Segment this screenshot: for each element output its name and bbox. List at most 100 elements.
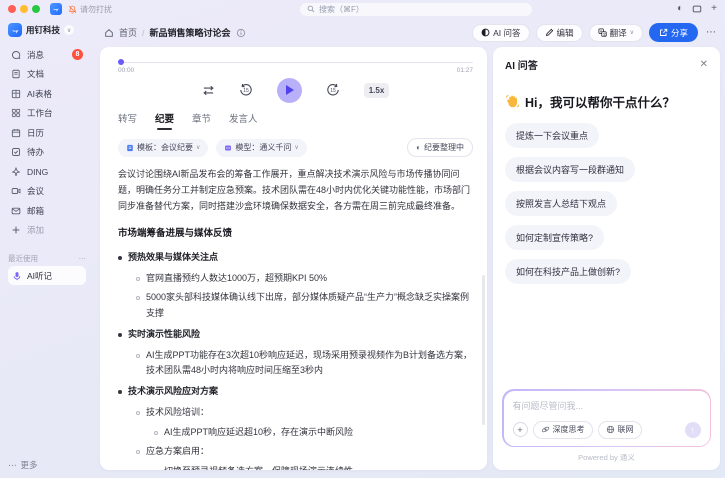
sidebar-item-label: AI听记 xyxy=(27,270,52,282)
deep-think-label: 深度思考 xyxy=(553,424,585,435)
sidebar-item-todo[interactable]: 待办 xyxy=(8,143,86,163)
translate-label: 翻译 xyxy=(610,27,627,39)
play-icon xyxy=(286,85,294,95)
sidebar-item-label: 会议 xyxy=(27,185,83,197)
do-not-disturb-status[interactable]: 请勿打扰 xyxy=(68,4,112,15)
ask-input[interactable]: 有问题尽管问我... xyxy=(513,399,701,412)
sidebar-item-ding[interactable]: DING xyxy=(8,162,86,182)
tab-speakers[interactable]: 发言人 xyxy=(229,111,258,130)
sidebar-item-label: 待办 xyxy=(27,146,83,158)
bullet-title: 技术演示风险应对方案 xyxy=(128,384,218,400)
play-button[interactable] xyxy=(277,78,302,103)
info-icon[interactable] xyxy=(236,28,246,38)
breadcrumb-home[interactable]: 首页 xyxy=(119,26,137,39)
svg-text:15: 15 xyxy=(243,88,249,94)
pencil-icon xyxy=(545,28,554,37)
toolbar-more-icon[interactable]: ⋯ xyxy=(704,27,718,38)
sidebar-item-ai-table[interactable]: AI表格 xyxy=(8,84,86,104)
sidebar-add-label: 添加 xyxy=(27,224,83,236)
breadcrumb-separator: / xyxy=(142,28,145,38)
workbench-icon xyxy=(11,108,21,118)
close-window-button[interactable] xyxy=(8,5,16,13)
global-search-input[interactable]: 搜索（⌘F） xyxy=(300,3,532,16)
add-tab-icon[interactable]: + xyxy=(711,4,717,14)
svg-text:15: 15 xyxy=(330,88,336,94)
suggestion-list: 提炼一下会议重点 根据会议内容写一段群通知 按照发言人总结下观点 如何定制宣传策… xyxy=(493,121,720,286)
deep-think-toggle[interactable]: 深度思考 xyxy=(533,421,593,439)
sidebar-item-label: DING xyxy=(27,167,83,177)
list-item: 切换至预录视频备选方案，保障现场演示连续性 xyxy=(154,464,473,470)
new-window-icon[interactable] xyxy=(692,4,702,14)
follow-transcript-icon[interactable] xyxy=(202,84,215,97)
todo-check-icon xyxy=(11,147,21,157)
tab-minutes[interactable]: 纪要 xyxy=(155,111,174,130)
tab-transcript[interactable]: 转写 xyxy=(118,111,137,130)
rewind-15-icon[interactable]: 15 xyxy=(239,83,253,97)
ai-greeting: Hi，我可以帮你干点什么？ xyxy=(493,78,720,121)
bullet-icon xyxy=(136,296,140,300)
edit-button[interactable]: 编辑 xyxy=(536,24,583,42)
web-search-toggle[interactable]: 联网 xyxy=(598,421,642,439)
chevron-down-icon[interactable]: ∨ xyxy=(64,25,74,35)
translate-button[interactable]: A文 翻译 ∨ xyxy=(589,24,643,42)
suggestion-chip[interactable]: 如何在科技产品上做创新? xyxy=(505,259,631,284)
list-item: AI生成PPT功能存在3次超10秒响应延迟，现场采用预录视频作为B计划备选方案，… xyxy=(136,348,473,380)
dingtalk-logo-icon xyxy=(50,3,62,15)
attach-button[interactable]: + xyxy=(513,422,528,437)
sidebar-add-button[interactable]: 添加 xyxy=(8,221,86,241)
template-icon xyxy=(126,144,134,152)
sidebar-item-meeting[interactable]: 会议 xyxy=(8,182,86,202)
model-select[interactable]: 模型：通义千问 ∨ xyxy=(216,139,306,157)
audio-progress-bar[interactable] xyxy=(118,59,473,65)
sidebar-item-ai-notes[interactable]: AI听记 xyxy=(8,266,86,285)
template-select[interactable]: 模板：会议纪要 ∨ xyxy=(118,139,208,157)
mail-envelope-icon xyxy=(11,206,21,216)
workspace-switcher[interactable]: 用钉科技 ∨ xyxy=(8,23,86,37)
ai-qa-label: AI 问答 xyxy=(493,27,520,39)
ai-qa-panel: AI 问答 ✕ Hi，我可以帮你干点什么？ 提炼一下会议重点 根据会议内容写一段… xyxy=(493,47,720,470)
zoom-window-button[interactable] xyxy=(32,5,40,13)
sidebar-item-docs[interactable]: 文档 xyxy=(8,65,86,85)
tab-chapters[interactable]: 章节 xyxy=(192,111,211,130)
bullet-icon xyxy=(136,277,140,281)
sidebar-item-workbench[interactable]: 工作台 xyxy=(8,104,86,124)
sidebar-item-messages[interactable]: 消息 8 xyxy=(8,45,86,65)
home-icon[interactable] xyxy=(104,28,114,38)
chevron-down-icon: ∨ xyxy=(630,29,634,36)
bullet-icon xyxy=(136,411,140,415)
model-value: 模型：通义千问 xyxy=(235,142,291,153)
ai-qa-button[interactable]: AI 问答 xyxy=(472,24,529,42)
chevron-down-icon: ∨ xyxy=(196,144,200,151)
suggestion-chip[interactable]: 按照发言人总结下观点 xyxy=(505,191,617,216)
forward-15-icon[interactable]: 15 xyxy=(326,83,340,97)
share-icon xyxy=(659,28,668,37)
share-button[interactable]: 分享 xyxy=(649,23,698,42)
sidebar-item-label: 消息 xyxy=(27,49,66,61)
playhead-handle[interactable] xyxy=(118,59,124,65)
sidebar-item-calendar[interactable]: 日历 xyxy=(8,123,86,143)
search-placeholder: 搜索（⌘F） xyxy=(319,4,364,15)
bell-off-icon xyxy=(68,5,77,14)
bullet-icon xyxy=(118,256,122,260)
minutes-summary: 会议讨论围绕AI新品发布会的筹备工作展开，重点解决技术演示风险与市场传播协同问题… xyxy=(118,167,473,214)
section-title: 市场端筹备进展与媒体反馈 xyxy=(118,226,473,243)
send-button[interactable]: ↑ xyxy=(685,422,701,438)
sidebar-item-mail[interactable]: 邮箱 xyxy=(8,201,86,221)
suggestion-chip[interactable]: 提炼一下会议重点 xyxy=(505,123,599,148)
section-more-icon[interactable]: ⋯ xyxy=(79,254,87,263)
theme-toggle-icon[interactable]: ◐ xyxy=(677,4,683,14)
close-icon[interactable]: ✕ xyxy=(700,59,708,70)
ding-pin-icon xyxy=(11,167,21,177)
scrollbar[interactable] xyxy=(482,275,485,425)
recent-section-header: 最近使用 ⋯ xyxy=(8,250,86,266)
sidebar-item-label: AI表格 xyxy=(27,88,83,100)
wave-hand-icon xyxy=(505,94,520,109)
minimize-window-button[interactable] xyxy=(20,5,28,13)
suggestion-chip[interactable]: 如何定制宣传策略? xyxy=(505,225,604,250)
bullet-text: 5000家头部科技媒体确认线下出席，部分媒体质疑产品“生产力”概念缺乏实操案例支… xyxy=(146,290,473,322)
chat-bubble-icon xyxy=(11,50,21,60)
playback-speed-button[interactable]: 1.5x xyxy=(364,83,390,98)
sidebar-more-button[interactable]: ⋯ 更多 xyxy=(8,456,86,474)
status-label: 纪要整理中 xyxy=(424,142,464,153)
suggestion-chip[interactable]: 根据会议内容写一段群通知 xyxy=(505,157,635,182)
